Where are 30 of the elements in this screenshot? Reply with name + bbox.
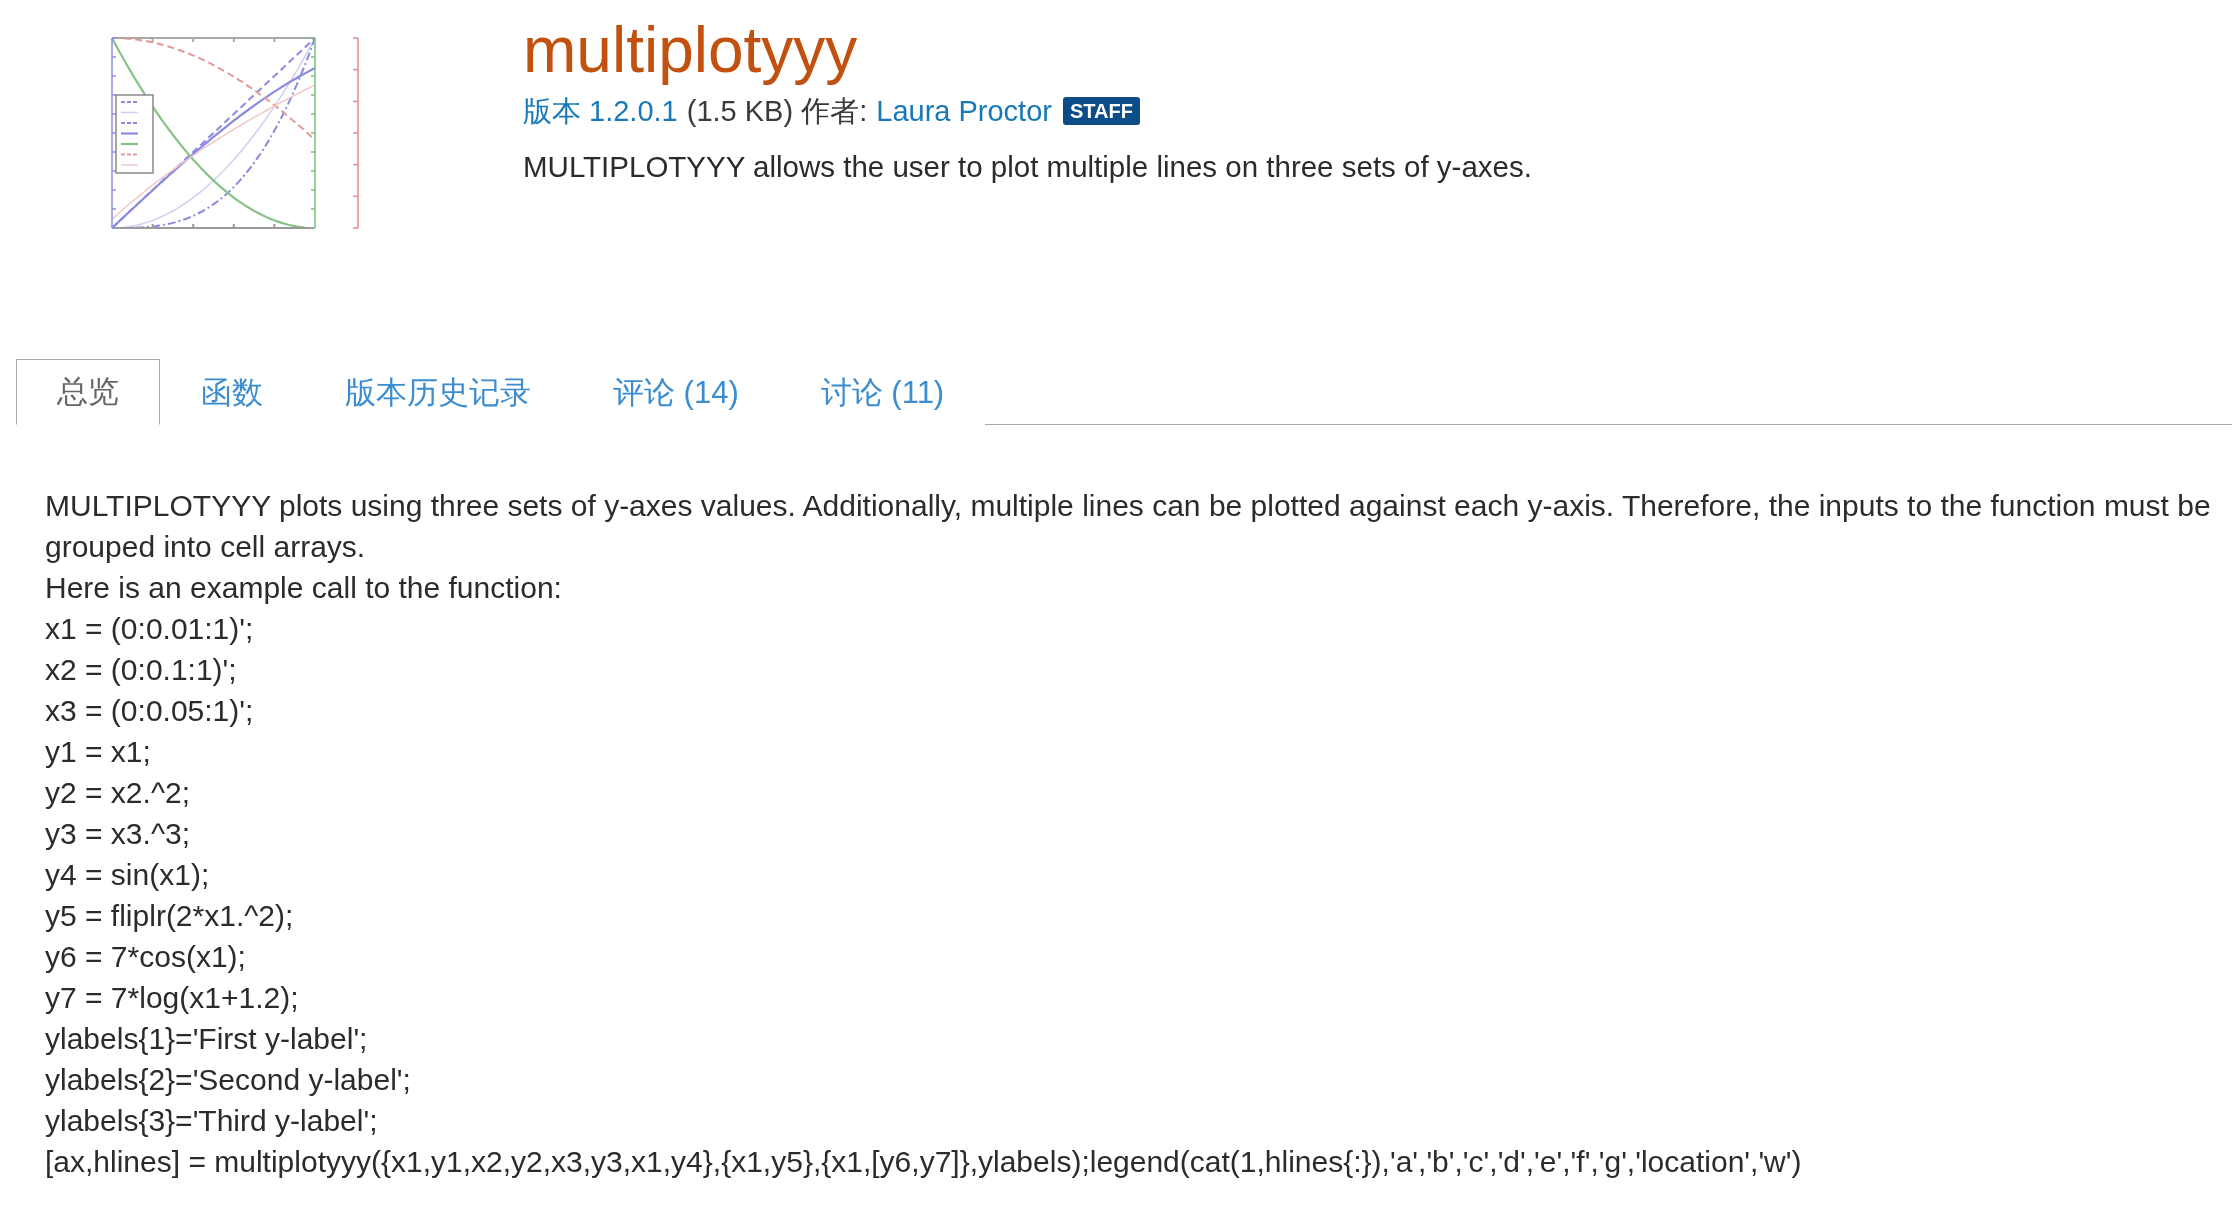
file-size-author-label: (1.5 KB) 作者: (686, 94, 868, 129)
intro-text: Here is an example call to the function: (45, 570, 563, 606)
description-paragraph: MULTIPLOTYYY plots using three sets of y-axes values. Additionally, multiple lines can be plotted against each y-axis. Therefore, the inputs to the function must be grouped into cell arrays. (45, 488, 2212, 565)
code-line: y4 = sin(x1); (45, 857, 211, 893)
code-line: ylabels{3}='Third y-label'; (45, 1103, 379, 1139)
code-line: y1 = x1; (45, 734, 152, 770)
code-line: x3 = (0:0.05:1)'; (45, 693, 255, 729)
legend-sample-line (121, 142, 138, 146)
code-line: y2 = x2.^2; (45, 775, 191, 811)
legend-sample-line (121, 132, 138, 135)
code-line: ylabels{1}='First y-label'; (45, 1021, 369, 1057)
code-line: y3 = x3.^3; (45, 816, 191, 852)
code-line: ylabels{2}='Second y-label'; (45, 1062, 412, 1098)
code-line: x2 = (0:0.1:1)'; (45, 652, 238, 688)
code-line: y7 = 7*log(x1+1.2); (45, 980, 300, 1016)
staff-badge: STAFF (1062, 97, 1140, 125)
code-line: [ax,hlines] = multiplotyyy({x1,y1,x2,y2,x3,y3,x1,y4},{x1,y5},{x1,[y6,y7]},ylabels);legend(cat(1,hlines{:}),'a','b','c','d','e','f','g','location','w') (45, 1144, 1803, 1180)
code-line: x1 = (0:0.01:1)'; (45, 611, 255, 647)
package-title: multiplotyyy (523, 15, 859, 85)
summary-text: MULTIPLOTYYY allows the user to plot multiple lines on three sets of y-axes. (523, 149, 1532, 185)
legend-sample-line (120, 153, 139, 156)
legend-sample-line (120, 164, 139, 166)
legend-sample-line (120, 101, 139, 103)
version-link[interactable]: 版本 1.2.0.1 (523, 91, 678, 131)
legend-sample-line (120, 122, 139, 124)
legend-sample-line (120, 111, 139, 114)
code-line: y5 = fliplr(2*x1.^2); (45, 898, 295, 934)
author-link[interactable]: Laura Proctor (876, 91, 1052, 131)
code-line: y6 = 7*cos(x1); (45, 939, 247, 975)
tab[interactable]: 总览 (16, 359, 160, 425)
